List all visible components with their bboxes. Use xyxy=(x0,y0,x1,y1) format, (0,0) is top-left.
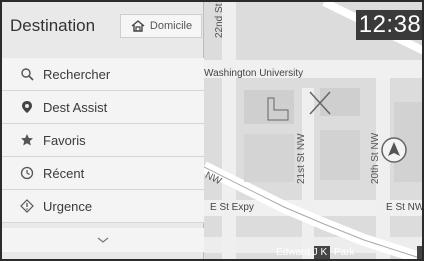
map-label-edward-park: Edward J K xyxy=(276,247,328,258)
star-icon xyxy=(20,133,34,147)
menu-item-favoris[interactable]: Favoris xyxy=(2,124,204,157)
menu-item-label: Rechercher xyxy=(43,66,111,82)
menu-item-urgence[interactable]: Urgence xyxy=(2,190,204,223)
menu-item-label: Favoris xyxy=(43,132,86,148)
map-view[interactable]: 22nd St Washington University 21st St NW… xyxy=(203,2,424,261)
menu-item-label: Récent xyxy=(43,165,85,181)
destination-panel: Destination Domicile Rechercher Dest Ass… xyxy=(2,2,204,259)
destination-menu: Rechercher Dest Assist Favoris Récent Ur… xyxy=(2,58,204,223)
map-label-park: Park xyxy=(334,247,355,258)
chevron-down-icon xyxy=(97,237,109,243)
map-label-22nd-st: 22nd St xyxy=(214,3,225,38)
map-label-21st-st: 21st St NW xyxy=(296,133,307,184)
map-label-20th-st: 20th St NW xyxy=(370,132,381,184)
map-canvas[interactable] xyxy=(204,2,424,261)
map-label-washington-university: Washington University xyxy=(204,68,304,79)
clock-icon xyxy=(20,166,34,180)
home-button-label: Domicile xyxy=(149,20,193,32)
emergency-diamond-icon xyxy=(20,199,34,213)
more-button[interactable] xyxy=(2,228,204,252)
map-label-e-st-expy: E St Expy xyxy=(210,202,254,213)
menu-item-dest-assist[interactable]: Dest Assist xyxy=(2,91,204,124)
menu-item-label: Dest Assist xyxy=(43,99,108,115)
home-button[interactable]: Domicile xyxy=(120,14,202,38)
clock-display: 12:38 xyxy=(356,10,422,40)
dest-assist-icon xyxy=(20,100,34,114)
search-icon xyxy=(20,67,34,81)
menu-item-rechercher[interactable]: Rechercher xyxy=(2,58,204,91)
menu-item-label: Urgence xyxy=(43,198,93,214)
map-label-e-st-nw: E St NW xyxy=(386,202,424,213)
home-icon xyxy=(131,20,145,32)
screen-frame: 22nd St Washington University 21st St NW… xyxy=(0,0,424,261)
menu-item-recent[interactable]: Récent xyxy=(2,157,204,190)
panel-title: Destination xyxy=(10,16,96,35)
